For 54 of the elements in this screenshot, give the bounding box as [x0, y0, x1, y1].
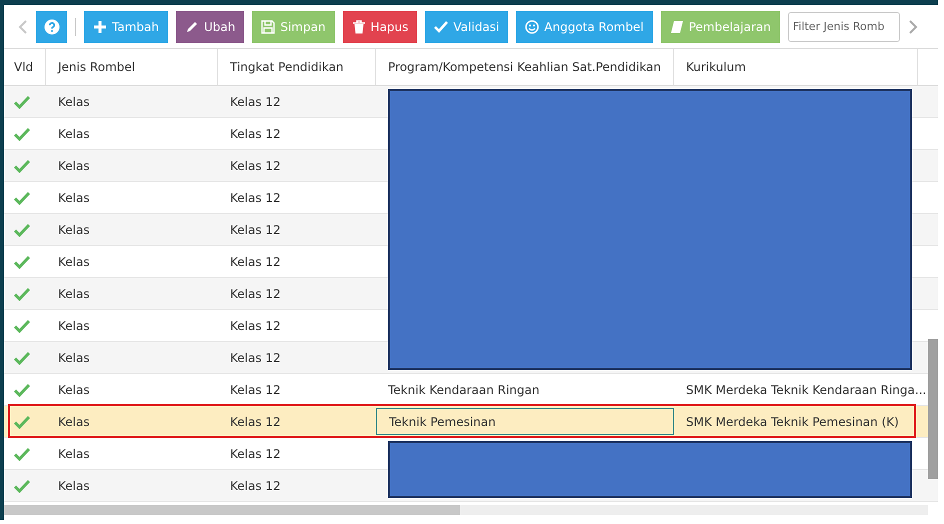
table-cell: Kelas: [58, 318, 90, 332]
column-header[interactable]: Kurikulum: [674, 49, 918, 85]
column-header[interactable]: Tingkat Pendidikan: [218, 49, 376, 85]
table-cell: Kelas: [58, 158, 90, 172]
table-cell: Teknik Kendaraan Ringan: [388, 382, 540, 396]
table-cell: Teknik Pemesinan: [389, 414, 496, 428]
table-cell: Kelas: [58, 222, 90, 236]
table-cell: Kelas: [58, 286, 90, 300]
table-cell: Kelas 12: [230, 254, 281, 268]
column-header[interactable]: Program/Kompetensi Keahlian Sat.Pendidikan: [376, 49, 674, 85]
book-icon: [670, 20, 684, 34]
check-icon: [434, 20, 448, 34]
table-cell: Kelas 12: [230, 94, 281, 108]
table-cell: Kelas 12: [230, 158, 281, 172]
toolbar-button[interactable]: Hapus: [342, 10, 418, 42]
help-icon: [44, 18, 60, 34]
filter-field[interactable]: Filter Jenis Romb: [788, 12, 900, 42]
pencil-icon: [184, 20, 199, 34]
table-cell: SMK Merdeka Teknik Pemesinan (K): [686, 414, 899, 428]
table-cell: Kelas 12: [230, 190, 281, 204]
table-cell: Kelas: [58, 350, 90, 364]
table-cell: Kelas 12: [230, 222, 281, 236]
table-cell: Kelas: [58, 414, 90, 428]
table-cell: Kelas: [58, 478, 90, 492]
table-cell: Kelas: [58, 446, 90, 460]
column-header[interactable]: Jenis Rombel: [46, 49, 218, 85]
smiley-icon: [525, 20, 540, 34]
table-cell: Kelas 12: [230, 318, 281, 332]
chevron-right-icon[interactable]: [908, 18, 918, 34]
table-cell: Kelas 12: [230, 414, 281, 428]
chevron-left-icon[interactable]: [18, 18, 28, 34]
table-cell: Kelas 12: [230, 126, 281, 140]
table-cell: Kelas: [58, 254, 90, 268]
toolbar-button[interactable]: Anggota Rombel: [516, 10, 653, 42]
table-cell: Kelas: [58, 382, 90, 396]
table-cell: Kelas: [58, 126, 90, 140]
table-cell: Kelas 12: [230, 382, 281, 396]
table-cell: Kelas 12: [230, 350, 281, 364]
toolbar-button[interactable]: Ubah: [176, 10, 244, 42]
table-cell: Kelas 12: [230, 478, 281, 492]
table-cell: Kelas: [58, 94, 90, 108]
scrollbar-thumb[interactable]: [4, 505, 460, 515]
scrollbar[interactable]: [928, 339, 938, 479]
table-cell: Kelas 12: [230, 286, 281, 300]
table-cell: Kelas 12: [230, 446, 281, 460]
trash-icon: [352, 20, 366, 34]
save-icon: [261, 20, 276, 34]
plus-icon: [93, 20, 107, 34]
table-cell: Kelas: [58, 190, 90, 204]
toolbar-button[interactable]: Validasi: [425, 10, 508, 42]
column-header[interactable]: Vld: [4, 49, 46, 85]
table-cell: SMK Merdeka Teknik Kendaraan Ringa...: [686, 382, 926, 396]
help-button[interactable]: [36, 10, 67, 42]
toolbar-button[interactable]: Tambah: [84, 10, 168, 42]
